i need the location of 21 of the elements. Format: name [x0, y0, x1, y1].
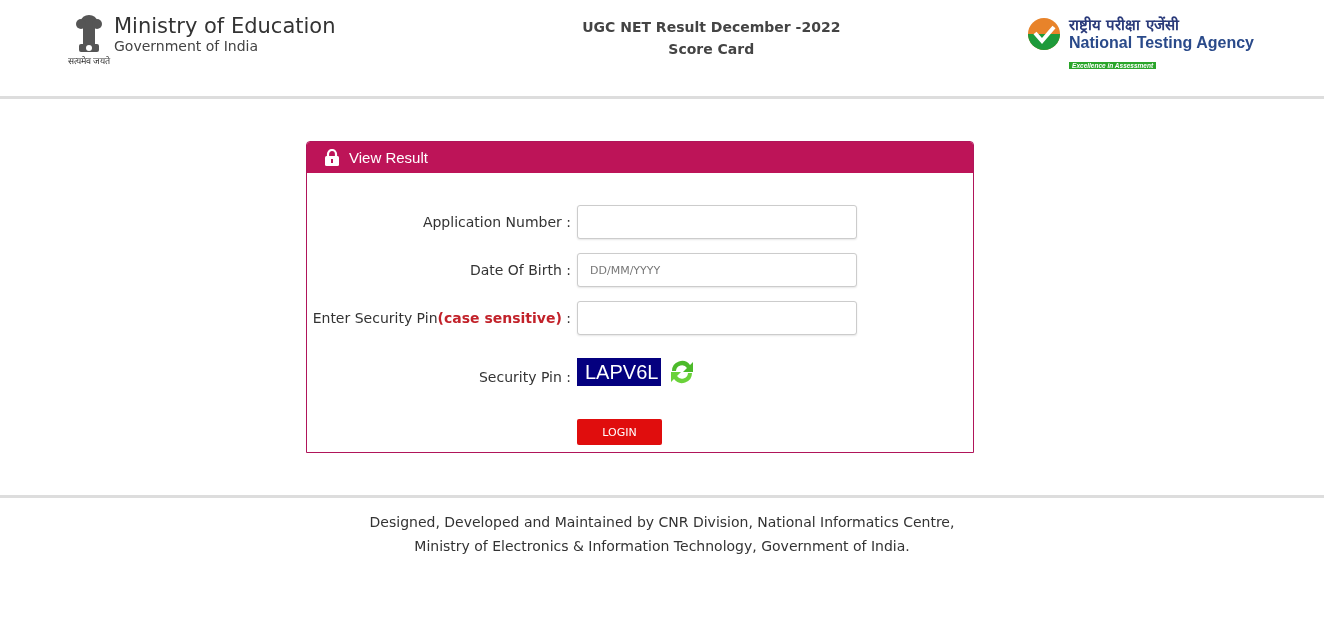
ministry-subtitle: Government of India	[114, 38, 260, 54]
field-label: Security Pin :	[478, 368, 571, 385]
padlock-icon	[325, 149, 339, 166]
field-label: Application Number :	[421, 214, 571, 230]
login-button[interactable]: LOGIN	[577, 419, 662, 445]
page-title: UGC NET Result December -2022	[582, 18, 841, 37]
agency-name: National Testing Agency	[1069, 34, 1254, 53]
input-field[interactable]: DD/MM/YYYY	[577, 253, 857, 287]
agency-hindi-name: राष्ट्रीय परीक्षा एजेंसी	[1069, 17, 1181, 33]
ministry-title: Ministry of Education	[114, 14, 336, 38]
footer-text: Ministry of Electronics & Information Technology, Government of India.	[413, 537, 911, 556]
captcha-text: LAPV6L	[577, 358, 661, 386]
footer-text: Designed, Developed and Maintained by CNR Division, National Informatics Centre,	[368, 513, 956, 532]
page-title: Score Card	[667, 40, 756, 59]
card-title: View Result	[349, 149, 428, 166]
motto-text: सत्यमेव जयते	[67, 56, 111, 66]
field-label: Date Of Birth :	[468, 262, 571, 278]
field-label: Enter Security Pin(case sensitive) :	[311, 310, 571, 326]
input-field[interactable]	[577, 301, 857, 335]
input-field[interactable]	[577, 205, 857, 239]
checkmark-logo-icon	[1027, 17, 1062, 51]
